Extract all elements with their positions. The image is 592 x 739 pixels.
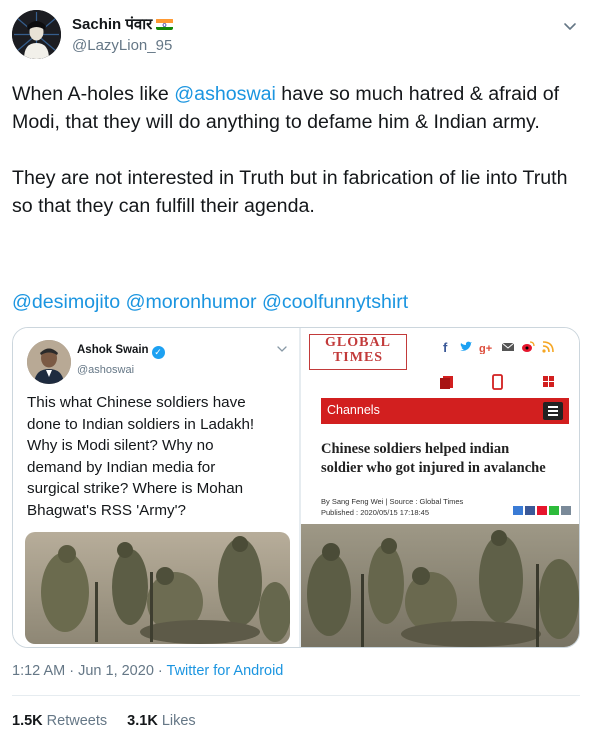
- quoted-tweet-screenshot: Ashok Swain ✓ @ashoswai This what Chinese…: [13, 328, 299, 647]
- wechat-share-icon: [549, 506, 559, 515]
- weibo-share-icon: [537, 506, 547, 515]
- mention-link[interactable]: @coolfunnytshirt: [262, 291, 408, 313]
- toolbar-icons: [435, 374, 565, 390]
- mentions-line: @desimojito @moronhumor @coolfunnytshirt: [12, 288, 408, 316]
- twitter-bird-icon: [459, 340, 473, 357]
- article-screenshot: GLOBAL TIMES f g+ Channels Chinese soldi…: [301, 328, 579, 647]
- mobile-icon: [492, 374, 503, 390]
- tweet-date[interactable]: Jun 1, 2020: [78, 663, 154, 679]
- tweet-header: Sachin पंवार @LazyLion_95: [12, 10, 580, 62]
- mention-link[interactable]: @desimojito: [12, 291, 120, 313]
- facebook-share-icon: [525, 506, 535, 515]
- rss-icon: [541, 340, 555, 357]
- svg-text:f: f: [443, 340, 448, 354]
- article-byline: By Sang Feng Wei | Source : Global Times…: [321, 497, 464, 517]
- tweet-stats: 1.5K Retweets 3.1K Likes: [12, 713, 212, 729]
- verified-badge-icon: ✓: [151, 346, 165, 359]
- author-handle[interactable]: @LazyLion_95: [72, 37, 172, 54]
- tweet-media[interactable]: Ashok Swain ✓ @ashoswai This what Chinese…: [12, 327, 580, 648]
- chevron-down-icon: [275, 342, 289, 356]
- quoted-avatar: [27, 340, 71, 384]
- global-times-logo: GLOBAL TIMES: [309, 334, 407, 370]
- share-icon: [513, 506, 523, 515]
- hamburger-menu-icon: [543, 402, 563, 420]
- mention-link[interactable]: @moronhumor: [126, 291, 257, 313]
- quoted-tweet-text: This what Chinese soldiers have done to …: [27, 394, 255, 519]
- google-plus-icon: g+: [479, 340, 495, 357]
- tweet-meta: 1:12 AM · Jun 1, 2020 · Twitter for Andr…: [12, 663, 284, 679]
- india-flag-icon: [156, 18, 174, 30]
- likes-stat[interactable]: 3.1K Likes: [127, 713, 196, 729]
- grid-icon: [543, 376, 554, 387]
- mention-link-ashoswai[interactable]: @ashoswai: [174, 83, 276, 105]
- tweet-time[interactable]: 1:12 AM: [12, 663, 65, 679]
- more-share-icon: [561, 506, 571, 515]
- channels-bar: Channels: [321, 398, 569, 424]
- mail-icon: [501, 340, 515, 357]
- social-icons: f g+: [441, 340, 555, 357]
- tweet-text-part: When A-holes like: [12, 83, 175, 105]
- soldiers-photo: [25, 532, 290, 644]
- quoted-author-handle: @ashoswai: [77, 364, 135, 376]
- newspaper-icon: [440, 376, 453, 389]
- article-title: Chinese soldiers helped indian soldier w…: [321, 441, 546, 476]
- chevron-down-icon[interactable]: [560, 16, 580, 36]
- svg-text:g+: g+: [479, 343, 492, 354]
- tweet-text: When A-holes like @ashoswai have so much…: [12, 80, 580, 220]
- divider: [12, 695, 580, 696]
- author-name[interactable]: Sachin पंवार: [72, 14, 174, 34]
- retweets-stat[interactable]: 1.5K Retweets: [12, 713, 107, 729]
- channels-label: Channels: [327, 403, 380, 417]
- tweet-source-link[interactable]: Twitter for Android: [167, 663, 284, 679]
- soldiers-photo: [301, 524, 579, 647]
- weibo-icon: [521, 340, 535, 357]
- facebook-icon: f: [441, 340, 453, 357]
- quoted-author-name: Ashok Swain ✓: [77, 344, 165, 359]
- share-icons: [513, 506, 571, 515]
- author-avatar[interactable]: [12, 10, 61, 59]
